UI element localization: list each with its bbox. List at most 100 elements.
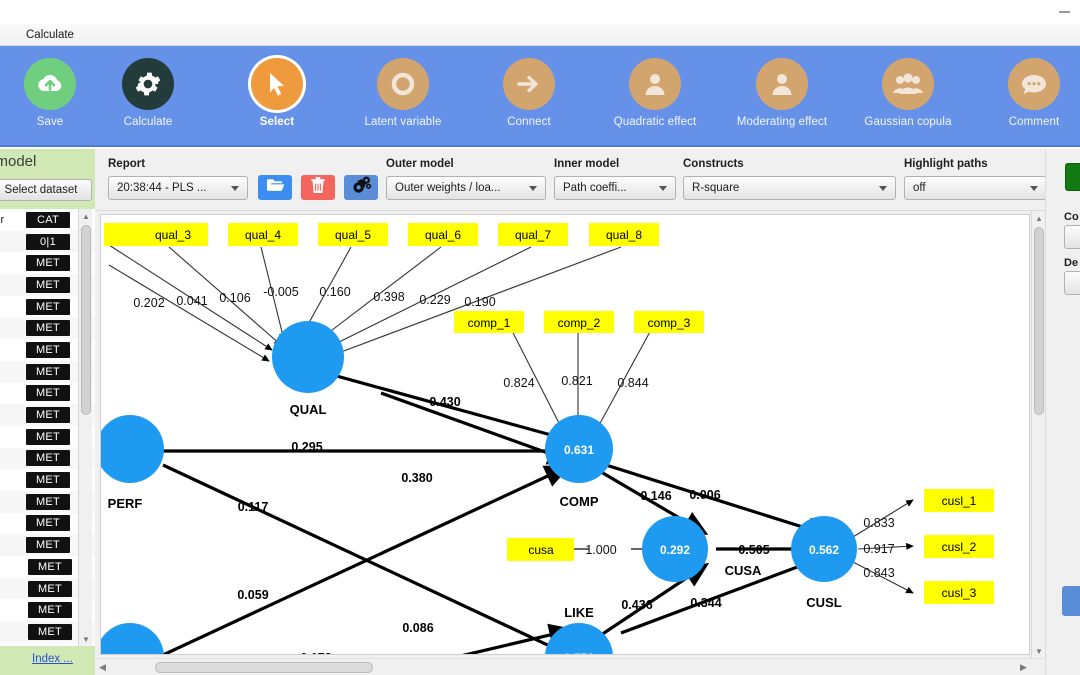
ribbon-label-quadratic-effect: Quadratic effect <box>613 116 697 128</box>
chevron-down-icon <box>529 186 537 191</box>
measurement-type-tag[interactable]: MET <box>26 363 70 380</box>
report-select[interactable]: 20:38:44 - PLS ... <box>108 176 248 200</box>
indicator-label-qual_7: qual_7 <box>515 228 551 242</box>
path-QUAL-LIKE: 0.380 <box>401 471 432 485</box>
measurement-type-tag[interactable]: MET <box>28 623 72 640</box>
left-sidebar: l model Select dataset ler CAT 0|1 MET MET ME… <box>0 149 95 675</box>
ribbon-button-latent-variable[interactable]: Latent variable <box>348 58 458 128</box>
measurement-type-tag[interactable]: MET <box>26 385 70 402</box>
canvas-vscroll-thumb[interactable] <box>1034 227 1044 415</box>
measurement-type-tag[interactable]: MET <box>26 493 70 510</box>
ribbon-button-select[interactable]: Select <box>222 58 332 128</box>
construct-CSOR[interactable] <box>101 623 164 655</box>
canvas-vertical-scrollbar[interactable]: ▲ ▼ <box>1031 211 1045 658</box>
measurement-type-tag[interactable]: MET <box>26 407 70 424</box>
scroll-down-icon[interactable]: ▼ <box>1032 644 1046 658</box>
menu-calculate[interactable]: Calculate <box>26 27 74 43</box>
indicator-label-qual_8: qual_8 <box>606 228 642 242</box>
loading-COMP-comp_1: 0.824 <box>503 376 534 390</box>
measurement-type-tag[interactable]: MET <box>26 255 70 272</box>
loading-CUSL-cusl_3: 0.843 <box>863 566 894 580</box>
measurement-type-tag[interactable]: MET <box>28 580 72 597</box>
weight-qual_3-QUAL: 0.041 <box>176 294 207 308</box>
cursor-arrow-icon <box>251 58 303 110</box>
model-canvas-area: qual_3 qual_4 qual_5 qual_6 qual_7 qual_… <box>95 211 1045 675</box>
chevron-down-icon <box>879 186 887 191</box>
open-report-button[interactable] <box>258 175 292 200</box>
menu-bar: it Calculate <box>0 24 1080 46</box>
path-ATTR-LIKE: 0.086 <box>402 621 433 635</box>
chevron-down-icon <box>659 186 667 191</box>
weight-qual_6-QUAL: 0.160 <box>319 285 350 299</box>
measurement-type-tag[interactable]: MET <box>26 537 70 554</box>
minimize-button[interactable] <box>1059 11 1070 13</box>
path-model-canvas[interactable]: qual_3 qual_4 qual_5 qual_6 qual_7 qual_… <box>100 214 1030 655</box>
measurement-type-tag[interactable]: MET <box>26 320 70 337</box>
construct-value-LIKE: 0.558 <box>564 651 594 655</box>
arrow-right-icon <box>503 58 555 110</box>
ribbon-button-save[interactable]: Save <box>0 58 105 128</box>
gear-icon <box>122 58 174 110</box>
select-dataset-button[interactable]: Select dataset <box>0 179 92 201</box>
application-window: it Calculate Save Calculate <box>0 0 1080 675</box>
scroll-left-icon[interactable]: ◀ <box>95 659 110 675</box>
ribbon-button-gaussian-copula[interactable]: Gaussian copula <box>853 58 963 128</box>
measurement-type-tag[interactable]: MET <box>28 602 72 619</box>
ribbon-toolbar: Save Calculate Select Latent variable Co… <box>0 46 1080 147</box>
path-CUSA-CUSL: 0.505 <box>738 543 769 557</box>
constructs-select[interactable]: R-square <box>683 176 896 200</box>
constructs-label: Constructs <box>683 158 744 170</box>
inner-model-select[interactable]: Path coeffi... <box>554 176 676 200</box>
measurement-type-tag[interactable]: MET <box>26 341 70 358</box>
measurement-type-tag[interactable]: MET <box>26 428 70 445</box>
sidebar-index-link[interactable]: Index ... <box>32 653 73 665</box>
scroll-right-icon[interactable]: ▶ <box>1016 659 1031 675</box>
ribbon-label-comment: Comment <box>1008 116 1060 128</box>
measurement-type-tag[interactable]: MET <box>26 515 70 532</box>
canvas-horizontal-scrollbar[interactable]: ◀ ▶ <box>95 658 1045 675</box>
measurement-type-tag[interactable]: CAT <box>26 211 70 228</box>
comment-bubble-icon <box>1008 58 1060 110</box>
loading-cusa-CUSA: 1.000 <box>585 543 616 557</box>
ribbon-button-connect[interactable]: Connect <box>474 58 584 128</box>
chevron-down-icon <box>1030 186 1038 191</box>
measurement-type-tag[interactable]: 0|1 <box>26 233 70 250</box>
construct-PERF[interactable] <box>101 415 164 483</box>
delete-report-button[interactable] <box>301 175 335 200</box>
highlight-paths-select[interactable]: off <box>904 176 1047 200</box>
report-settings-button[interactable] <box>344 175 378 200</box>
ribbon-button-quadratic-effect[interactable]: Quadratic effect <box>600 58 710 128</box>
right-combo-c[interactable] <box>1064 225 1080 249</box>
scroll-up-icon[interactable]: ▲ <box>1032 211 1046 225</box>
sidebar-scroll-thumb[interactable] <box>81 225 91 415</box>
ribbon-button-comment[interactable]: Comment <box>979 58 1080 128</box>
folder-open-icon <box>266 177 285 198</box>
outer-model-select-value: Outer weights / loa... <box>395 182 501 194</box>
measurement-type-tag[interactable]: MET <box>26 472 70 489</box>
outer-model-select[interactable]: Outer weights / loa... <box>386 176 546 200</box>
right-label-d: De <box>1064 257 1079 269</box>
ribbon-button-calculate[interactable]: Calculate <box>93 58 203 128</box>
right-blue-button[interactable] <box>1062 586 1080 616</box>
weight-qual_4-QUAL: 0.106 <box>219 291 250 305</box>
right-green-button[interactable] <box>1065 163 1080 191</box>
outer-model-label: Outer model <box>386 158 454 170</box>
path-QUAL-COMP: 0.430 <box>429 395 460 409</box>
sidebar-scrollbar[interactable]: ▲ ▼ <box>78 209 92 646</box>
indicator-label-qual_4: qual_4 <box>245 228 281 242</box>
indicator-qual_2[interactable] <box>104 223 138 246</box>
measurement-type-tag[interactable]: MET <box>26 450 70 467</box>
measurement-type-tag[interactable]: MET <box>28 558 72 575</box>
inner-model-select-value: Path coeffi... <box>563 182 627 194</box>
scroll-down-icon[interactable]: ▼ <box>79 632 93 646</box>
weight-qual_8b-QUAL: 0.190 <box>464 295 495 309</box>
measurement-type-tag[interactable]: MET <box>26 298 70 315</box>
measurement-type-tag[interactable]: MET <box>26 276 70 293</box>
canvas-hscroll-thumb[interactable] <box>155 662 373 673</box>
right-combo-d[interactable] <box>1064 271 1080 295</box>
ribbon-button-moderating-effect[interactable]: Moderating effect <box>727 58 837 128</box>
construct-QUAL[interactable] <box>272 321 344 393</box>
cloud-upload-icon <box>24 58 76 110</box>
ribbon-label-gaussian-copula: Gaussian copula <box>864 116 952 128</box>
scroll-up-icon[interactable]: ▲ <box>79 209 93 223</box>
